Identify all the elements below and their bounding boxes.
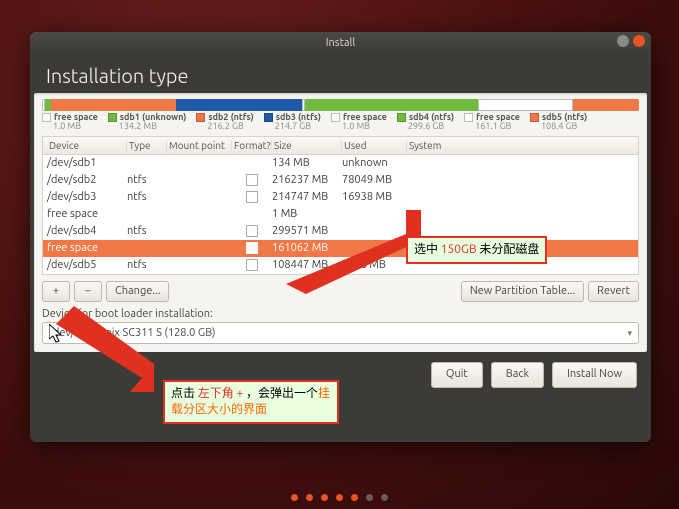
col-size[interactable]: Size bbox=[272, 140, 342, 151]
disk-segment bbox=[573, 99, 639, 111]
legend-item: sdb3 (ntfs)214.7 GB bbox=[264, 113, 321, 132]
disk-usage-bar bbox=[42, 99, 639, 111]
titlebar: Install bbox=[30, 32, 651, 54]
remove-partition-button[interactable]: − bbox=[74, 281, 102, 302]
wizard-footer: Quit Back Install Now bbox=[30, 352, 651, 397]
format-checkbox[interactable] bbox=[246, 259, 258, 271]
legend-item: free space161.1 GB bbox=[464, 113, 520, 132]
format-checkbox[interactable] bbox=[246, 191, 258, 203]
legend-item: sdb1 (unknown)134.2 MB bbox=[108, 113, 187, 132]
revert-button[interactable]: Revert bbox=[588, 281, 639, 302]
legend-item: free space1.0 MB bbox=[42, 113, 98, 132]
window-title: Install bbox=[326, 37, 356, 49]
legend-item: sdb5 (ntfs)108.4 GB bbox=[530, 113, 587, 132]
legend-item: free space1.0 MB bbox=[331, 113, 387, 132]
disk-segment bbox=[305, 99, 478, 111]
table-row[interactable]: free space161062 MB bbox=[43, 240, 638, 257]
table-row[interactable]: /dev/sdb3ntfs214747 MB16938 MB bbox=[43, 189, 638, 206]
col-mount[interactable]: Mount point bbox=[167, 140, 232, 151]
table-row[interactable]: /dev/sdb4ntfs299571 MB bbox=[43, 223, 638, 240]
bootloader-device-select[interactable]: /dev/sda hynix SC311 S (128.0 GB) bbox=[42, 322, 639, 344]
format-checkbox[interactable] bbox=[246, 242, 258, 254]
partition-panel: free space1.0 MB sdb1 (unknown)134.2 MB sd… bbox=[34, 93, 647, 352]
install-now-button[interactable]: Install Now bbox=[552, 362, 637, 387]
bootloader-label: Device for boot loader installation: bbox=[42, 308, 639, 320]
col-format[interactable]: Format? bbox=[232, 140, 272, 151]
screenshot-pager bbox=[0, 494, 679, 501]
disk-legend: free space1.0 MB sdb1 (unknown)134.2 MB sd… bbox=[42, 113, 639, 132]
disk-segment bbox=[176, 99, 301, 111]
table-row[interactable]: /dev/sdb2ntfs216237 MB78049 MB bbox=[43, 172, 638, 189]
annotation-note-2: 点击 左下角 + ，会弹出一个挂载分区大小的界面 bbox=[163, 380, 339, 424]
close-icon[interactable] bbox=[633, 35, 645, 47]
col-type[interactable]: Type bbox=[127, 140, 167, 151]
format-checkbox[interactable] bbox=[246, 174, 258, 186]
table-row[interactable]: free space1 MB bbox=[43, 206, 638, 223]
legend-item: sdb4 (ntfs)299.6 GB bbox=[397, 113, 454, 132]
new-partition-table-button[interactable]: New Partition Table... bbox=[461, 281, 584, 302]
table-row[interactable]: /dev/sdb1134 MBunknown bbox=[43, 155, 638, 172]
disk-segment bbox=[51, 99, 176, 111]
page-title: Installation type bbox=[30, 54, 651, 93]
disk-segment bbox=[478, 99, 574, 111]
table-header: Device Type Mount point Format? Size Use… bbox=[43, 137, 638, 155]
back-button[interactable]: Back bbox=[491, 362, 544, 387]
partition-table: Device Type Mount point Format? Size Use… bbox=[42, 136, 639, 275]
col-system[interactable]: System bbox=[407, 140, 467, 151]
col-used[interactable]: Used bbox=[342, 140, 407, 151]
format-checkbox[interactable] bbox=[246, 225, 258, 237]
add-partition-button[interactable]: + bbox=[42, 281, 70, 302]
annotation-note-1: 选中 150GB 未分配磁盘 bbox=[406, 236, 547, 264]
table-row[interactable]: /dev/sdb5ntfs108447 MB7988 MB bbox=[43, 257, 638, 274]
installer-window: Install Installation type free space1.0 … bbox=[30, 32, 651, 442]
bootloader-device-value: /dev/sda hynix SC311 S (128.0 GB) bbox=[49, 327, 216, 339]
partition-toolbar: + − Change... New Partition Table... Rev… bbox=[42, 281, 639, 302]
col-device[interactable]: Device bbox=[47, 140, 127, 151]
minimize-icon[interactable] bbox=[617, 35, 629, 47]
quit-button[interactable]: Quit bbox=[431, 362, 483, 387]
desktop-background: Install Installation type free space1.0 … bbox=[0, 0, 679, 509]
legend-item: sdb2 (ntfs)216.2 GB bbox=[196, 113, 253, 132]
change-partition-button[interactable]: Change... bbox=[106, 281, 169, 302]
